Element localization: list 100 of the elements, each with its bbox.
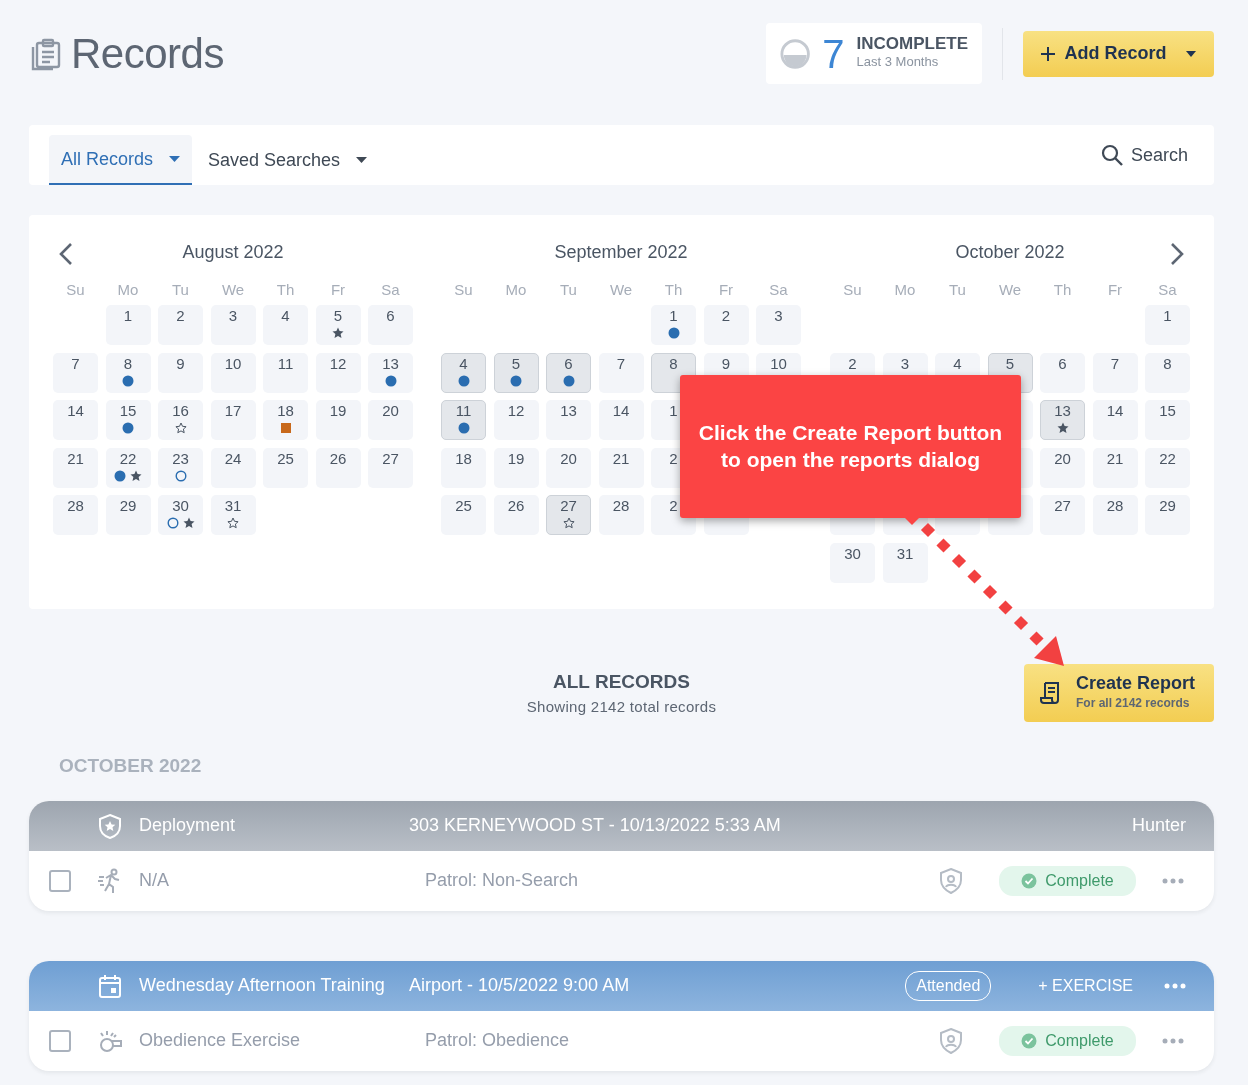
day-cell[interactable]: 22	[1145, 447, 1190, 488]
day-cell[interactable]: 26	[315, 447, 361, 488]
day-cell[interactable]: 20	[546, 447, 591, 488]
day-cell[interactable]: 18	[441, 447, 486, 488]
caret-icon	[169, 155, 181, 163]
weekday-label: Mo	[893, 280, 917, 300]
dot-icon	[510, 374, 522, 387]
day-cell[interactable]: 28	[53, 495, 98, 535]
day-cell[interactable]: 22	[105, 447, 151, 488]
day-cell[interactable]: 6	[546, 352, 591, 393]
day-cell[interactable]: 7	[598, 352, 644, 393]
day-cell[interactable]: 14	[1092, 400, 1138, 440]
day-cell[interactable]: 21	[1092, 447, 1138, 488]
day-cell[interactable]: 28	[1092, 495, 1138, 535]
day-cell[interactable]: 27	[546, 495, 591, 535]
day-cell[interactable]: 26	[493, 495, 539, 535]
day-cell[interactable]: 20	[368, 400, 413, 440]
day-cell[interactable]: 6	[1040, 352, 1085, 393]
day-cell[interactable]: 11	[263, 352, 308, 393]
day-cell[interactable]: 15	[105, 400, 151, 440]
day-cell[interactable]: 16	[158, 400, 203, 440]
weekday-label: Tu	[171, 280, 190, 300]
month-title: August 2022	[182, 241, 284, 264]
day-cell[interactable]: 13	[368, 352, 413, 393]
day-cell[interactable]: 19	[315, 400, 361, 440]
weekday-label: Th	[275, 280, 296, 300]
day-cell[interactable]: 27	[368, 447, 413, 488]
day-cell[interactable]: 13	[546, 400, 591, 440]
day-cell[interactable]: 7	[53, 352, 98, 393]
day-cell[interactable]: 3	[210, 305, 256, 345]
day-cell[interactable]: 31	[210, 495, 256, 535]
entry-detail: Patrol: Non-Search	[425, 869, 580, 892]
day-cell[interactable]: 5	[493, 352, 539, 393]
day-cell[interactable]: 3	[756, 305, 801, 345]
tab[interactable]: All Records	[49, 135, 193, 185]
day-cell[interactable]: 27	[1040, 495, 1085, 535]
day-cell[interactable]: 10	[210, 352, 256, 393]
day-cell[interactable]: 25	[441, 495, 486, 535]
day-cell[interactable]: 1	[651, 305, 696, 345]
group-heading: OCTOBER 2022	[59, 754, 203, 778]
day-cell[interactable]: 4	[441, 352, 486, 393]
day-cell[interactable]: 4	[263, 305, 308, 345]
weekday-label: Sa	[1157, 280, 1178, 300]
weekday-label: Tu	[559, 280, 578, 300]
day-cell[interactable]: 6	[368, 305, 413, 345]
day-cell[interactable]: 18	[263, 400, 308, 440]
day-cell[interactable]: 21	[53, 447, 98, 488]
day-cell[interactable]: 19	[493, 447, 539, 488]
day-cell[interactable]: 2	[158, 305, 203, 345]
day-cell[interactable]: 1	[1145, 305, 1190, 345]
checkbox[interactable]	[49, 1029, 71, 1052]
dot-icon	[667, 327, 680, 340]
day-cell[interactable]: 21	[598, 447, 644, 488]
day-cell[interactable]: 14	[53, 400, 98, 440]
more-icon[interactable]	[1162, 877, 1184, 884]
star-icon	[1056, 422, 1069, 435]
month-title: September 2022	[554, 241, 688, 264]
tab[interactable]: Saved Searches	[196, 135, 380, 185]
day-cell[interactable]: 8	[1145, 352, 1190, 393]
add-record-button[interactable]: Add Record	[1023, 30, 1214, 77]
day-cell[interactable]: 20	[1040, 447, 1085, 488]
day-cell[interactable]: 5	[315, 305, 361, 345]
day-cell[interactable]: 13	[1040, 400, 1085, 440]
day-cell[interactable]: 12	[315, 352, 361, 393]
day-cell[interactable]: 9	[158, 352, 203, 393]
day-cell[interactable]: 1	[105, 305, 151, 345]
more-icon[interactable]	[1164, 982, 1186, 989]
day-cell[interactable]: 8	[105, 352, 151, 393]
more-icon[interactable]	[1162, 1037, 1184, 1044]
star-icon	[130, 469, 142, 482]
day-cell[interactable]: 23	[158, 447, 203, 488]
caret-icon	[356, 156, 368, 164]
day-cell[interactable]: 24	[210, 447, 256, 488]
day-cell[interactable]: 15	[1145, 400, 1190, 440]
day-cell[interactable]: 30	[830, 542, 875, 583]
day-cell[interactable]: 14	[598, 400, 644, 440]
day-cell[interactable]: 17	[210, 400, 256, 440]
callout-tooltip: Click the Create Report button to open the reports dialog	[680, 375, 1021, 518]
check-circle-icon	[1021, 872, 1038, 889]
day-cell[interactable]: 31	[882, 542, 928, 583]
day-cell[interactable]: 2	[703, 305, 749, 345]
day-cell[interactable]: 29	[105, 495, 151, 535]
check-circle-icon	[1021, 1032, 1038, 1049]
day-cell[interactable]: 25	[263, 447, 308, 488]
day-cell[interactable]: 7	[1092, 352, 1138, 393]
day-cell[interactable]: 11	[441, 400, 486, 440]
chevron-right-icon[interactable]	[1170, 241, 1184, 266]
half-circle-icon	[780, 37, 811, 70]
checkbox[interactable]	[49, 869, 71, 892]
star-outline-icon	[227, 517, 239, 530]
day-cell[interactable]: 30	[158, 495, 203, 535]
day-cell[interactable]: 12	[493, 400, 539, 440]
day-cell[interactable]: 29	[1145, 495, 1190, 535]
create-report-button[interactable]: Create Report For all 2142 records	[1024, 664, 1214, 722]
dot-icon	[384, 374, 397, 387]
day-cell[interactable]: 28	[598, 495, 644, 535]
weekday-label: Sa	[380, 280, 401, 300]
dot-icon	[122, 422, 134, 435]
chevron-left-icon[interactable]	[59, 241, 73, 266]
search-button[interactable]: Search	[1094, 140, 1194, 170]
